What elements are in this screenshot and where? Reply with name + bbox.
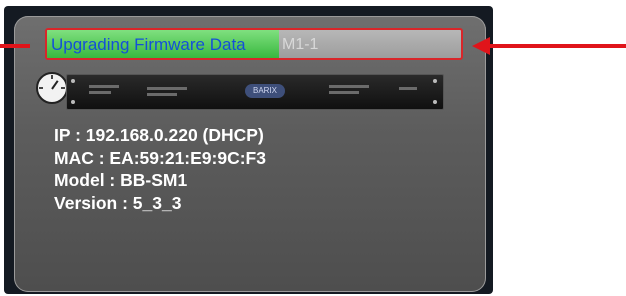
device-logo: BARIX: [245, 84, 285, 98]
annotation-arrow-left: [0, 44, 30, 48]
firmware-version: Version : 5_3_3: [54, 192, 182, 213]
device-unit-image: BARIX: [66, 74, 444, 110]
annotation-arrow-right: [488, 44, 626, 48]
device-info: IP : 192.168.0.220 (DHCP) MAC : EA:59:21…: [54, 124, 266, 214]
device-row: BARIX: [36, 70, 444, 110]
firmware-status-label: Upgrading Firmware Data: [51, 35, 246, 54]
firmware-progress-bar: M1-1 Upgrading Firmware Data: [45, 28, 463, 60]
gauge-icon: [36, 72, 68, 104]
mac-address: MAC : EA:59:21:E9:9C:F3: [54, 147, 266, 168]
device-name-ghost: M1-1: [282, 36, 319, 53]
model: Model : BB-SM1: [54, 170, 188, 190]
ip-address: IP : 192.168.0.220 (DHCP): [54, 125, 264, 145]
